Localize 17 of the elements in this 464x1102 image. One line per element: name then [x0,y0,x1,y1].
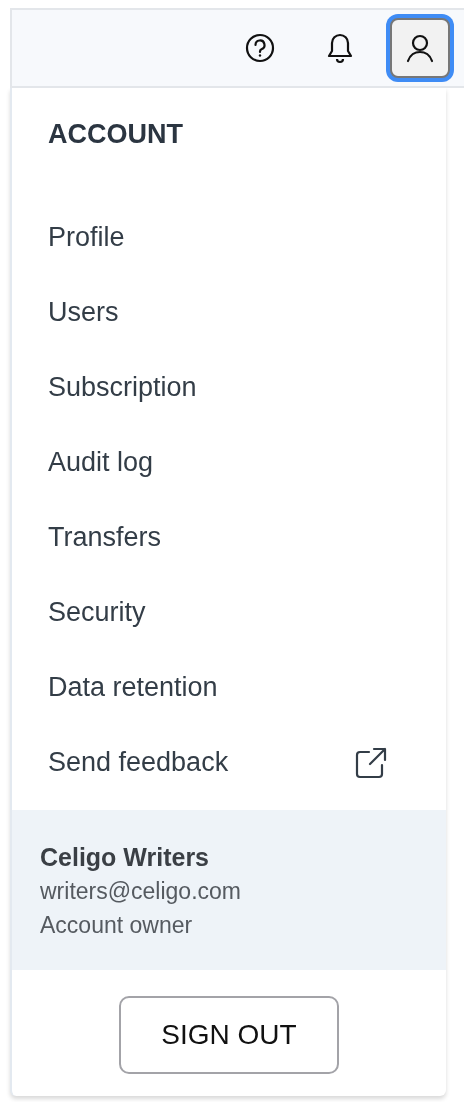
account-role: Account owner [40,911,194,940]
menu-item[interactable]: Subscription [12,350,446,425]
external-link-icon [354,745,388,780]
account-name: Celigo Writers [40,842,211,873]
menu-item[interactable]: Security [12,575,446,650]
sign-out-button[interactable]: SIGN OUT [119,996,339,1074]
menu-heading: ACCOUNT [47,118,184,151]
user-icon [404,32,436,64]
menu-item[interactable]: Data retention [12,650,446,725]
menu-item[interactable]: Users [12,275,446,350]
account-email: writers@celigo.com [40,877,242,906]
menu-item[interactable]: Send feedback [12,725,446,800]
menu-item[interactable]: Profile [12,200,446,275]
menu-item[interactable]: Transfers [12,500,446,575]
help-icon [245,33,275,63]
bell-icon [325,32,355,64]
menu-item[interactable]: Audit log [12,425,446,500]
